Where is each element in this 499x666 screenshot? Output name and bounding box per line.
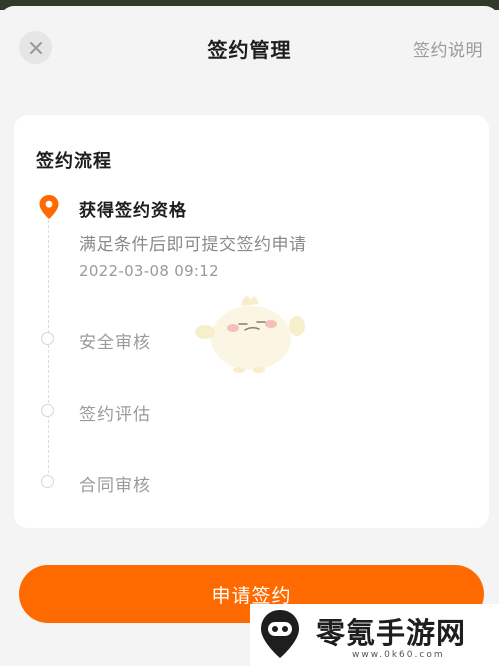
step-title-security-review: 安全审核 [79,333,151,353]
step-timestamp: 2022-03-08 09:12 [79,262,219,280]
signing-instructions-link[interactable]: 签约说明 [413,36,483,61]
location-pin-logo-icon [261,610,299,658]
circle-outline-icon [41,404,54,417]
step-title-qualification: 获得签约资格 [79,201,187,221]
location-pin-icon [39,195,59,219]
step-description: 满足条件后即可提交签约申请 [79,235,307,255]
sheet-header: 签约管理 签约说明 [0,22,499,78]
timeline-line [48,220,49,488]
circle-outline-icon [41,475,54,488]
card-title: 签约流程 [36,151,112,172]
circle-outline-icon [41,332,54,345]
step-title-signing-evaluation: 签约评估 [79,405,151,425]
step-title-contract-review: 合同审核 [79,476,151,496]
watermark-url: www.0k60.com [352,650,445,660]
watermark: 零氪手游网 www.0k60.com [250,604,499,666]
mascot-chick-illustration [195,296,305,373]
watermark-brand: 零氪手游网 [316,616,467,650]
